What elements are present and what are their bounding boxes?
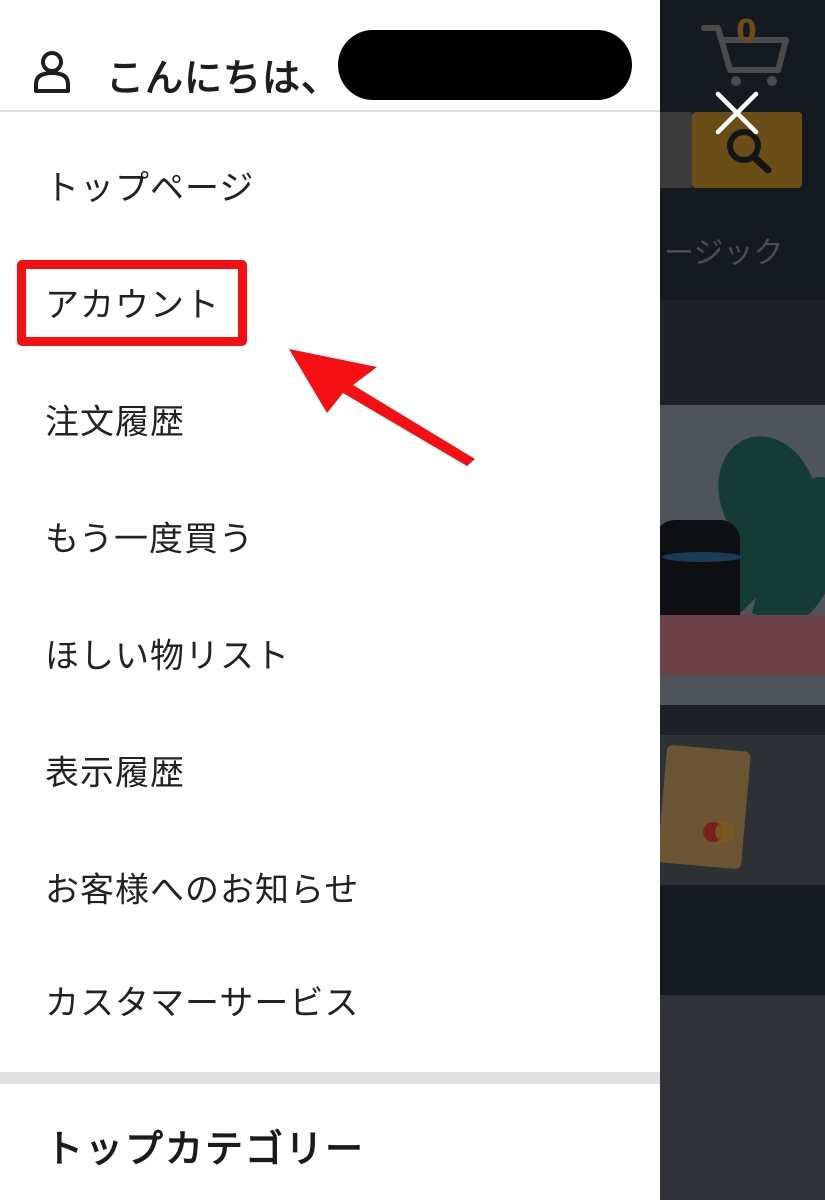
bg-bottom: [660, 995, 825, 1200]
menu-item-label: 注文履歴: [45, 402, 185, 443]
close-icon[interactable]: [712, 88, 762, 138]
cart-count: 0: [736, 14, 757, 49]
menu-item-buy-again[interactable]: もう一度買う: [0, 478, 660, 594]
greeting-text: こんにちは、: [106, 56, 341, 100]
menu-item-label: カスタマーサービス: [45, 983, 360, 1024]
menu-item-label: ほしい物リスト: [45, 636, 290, 677]
menu-item-customer-service[interactable]: カスタマーサービス: [0, 942, 660, 1058]
bg-search-field: [660, 112, 692, 188]
menu-item-notifications[interactable]: お客様へのお知らせ: [0, 829, 660, 945]
menu-item-top-page[interactable]: トップページ: [0, 127, 660, 243]
side-drawer: こんにちは、 トップページ アカウント 注文履歴 もう一度買う ほしい物リスト …: [0, 0, 660, 1200]
drawer-header: こんにちは、: [0, 0, 660, 112]
menu-item-label: もう一度買う: [45, 519, 254, 560]
bg-dark-band: [660, 885, 825, 995]
redacted-user-name: [338, 30, 632, 100]
speaker-light-ring: [662, 552, 742, 562]
credit-card-image: [657, 744, 751, 870]
bg-pink-surface: [660, 615, 825, 675]
bg-nav-text: ージック: [664, 236, 784, 271]
annotation-arrow-icon: [289, 349, 475, 466]
bg-strip: [660, 300, 825, 400]
menu-item-label: お客様へのお知らせ: [45, 870, 360, 911]
annotation-highlight-box: [17, 260, 247, 346]
menu-item-label: 表示履歴: [45, 753, 185, 794]
user-icon: [34, 51, 70, 93]
card-brand-logo: [703, 822, 735, 842]
section-heading: トップカテゴリー: [45, 1127, 366, 1171]
menu-item-label: トップページ: [45, 168, 255, 209]
menu-item-wishlist[interactable]: ほしい物リスト: [0, 595, 660, 711]
menu-item-browsing-history[interactable]: 表示履歴: [0, 712, 660, 828]
section-divider: [0, 1072, 660, 1084]
